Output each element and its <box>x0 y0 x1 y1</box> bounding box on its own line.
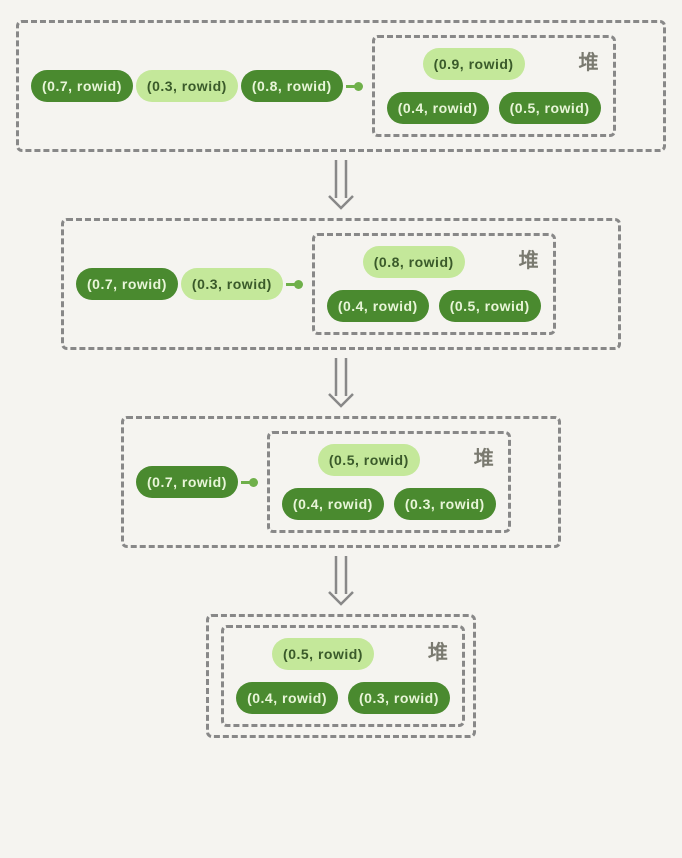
queue-item: (0.7, rowid) <box>136 466 238 498</box>
heap-bottom-item: (0.3, rowid) <box>394 488 496 520</box>
arrow-icon <box>326 556 356 606</box>
heap-bottom-item: (0.5, rowid) <box>439 290 541 322</box>
heap-bottom-item: (0.3, rowid) <box>348 682 450 714</box>
step-3-outer: (0.7, rowid) 堆 (0.5, rowid) (0.4, rowid)… <box>121 416 561 548</box>
step-2-outer: (0.7, rowid) (0.3, rowid) 堆 (0.8, rowid)… <box>61 218 621 350</box>
heap-top-item: (0.8, rowid) <box>363 246 465 278</box>
heap-top-item: (0.9, rowid) <box>423 48 525 80</box>
heap-bottom-item: (0.4, rowid) <box>236 682 338 714</box>
step-2-heap: 堆 (0.8, rowid) (0.4, rowid) (0.5, rowid) <box>312 233 556 335</box>
queue-item: (0.3, rowid) <box>136 70 238 102</box>
heap-label: 堆 <box>519 244 539 273</box>
queue-item: (0.8, rowid) <box>241 70 343 102</box>
heap-label: 堆 <box>428 636 448 665</box>
heap-bottom-item: (0.5, rowid) <box>499 92 601 124</box>
connector-icon <box>286 283 300 286</box>
diagram-container: (0.7, rowid) (0.3, rowid) (0.8, rowid) 堆… <box>20 20 662 738</box>
connector-icon <box>346 85 360 88</box>
step-1-outer: (0.7, rowid) (0.3, rowid) (0.8, rowid) 堆… <box>16 20 666 152</box>
step-1-heap: 堆 (0.9, rowid) (0.4, rowid) (0.5, rowid) <box>372 35 616 137</box>
heap-bottom-item: (0.4, rowid) <box>327 290 429 322</box>
heap-label: 堆 <box>579 46 599 75</box>
step-4-outer: 堆 (0.5, rowid) (0.4, rowid) (0.3, rowid) <box>206 614 476 738</box>
heap-top-item: (0.5, rowid) <box>272 638 374 670</box>
step-3-queue: (0.7, rowid) <box>136 466 255 498</box>
arrow-icon <box>326 160 356 210</box>
connector-icon <box>241 481 255 484</box>
queue-item: (0.7, rowid) <box>76 268 178 300</box>
step-1-queue: (0.7, rowid) (0.3, rowid) (0.8, rowid) <box>31 70 360 102</box>
arrow-icon <box>326 358 356 408</box>
heap-bottom-item: (0.4, rowid) <box>282 488 384 520</box>
step-2-queue: (0.7, rowid) (0.3, rowid) <box>76 268 300 300</box>
heap-bottom-item: (0.4, rowid) <box>387 92 489 124</box>
heap-top-item: (0.5, rowid) <box>318 444 420 476</box>
queue-item: (0.7, rowid) <box>31 70 133 102</box>
queue-item: (0.3, rowid) <box>181 268 283 300</box>
step-4-heap: 堆 (0.5, rowid) (0.4, rowid) (0.3, rowid) <box>221 625 465 727</box>
step-3-heap: 堆 (0.5, rowid) (0.4, rowid) (0.3, rowid) <box>267 431 511 533</box>
heap-label: 堆 <box>474 442 494 471</box>
